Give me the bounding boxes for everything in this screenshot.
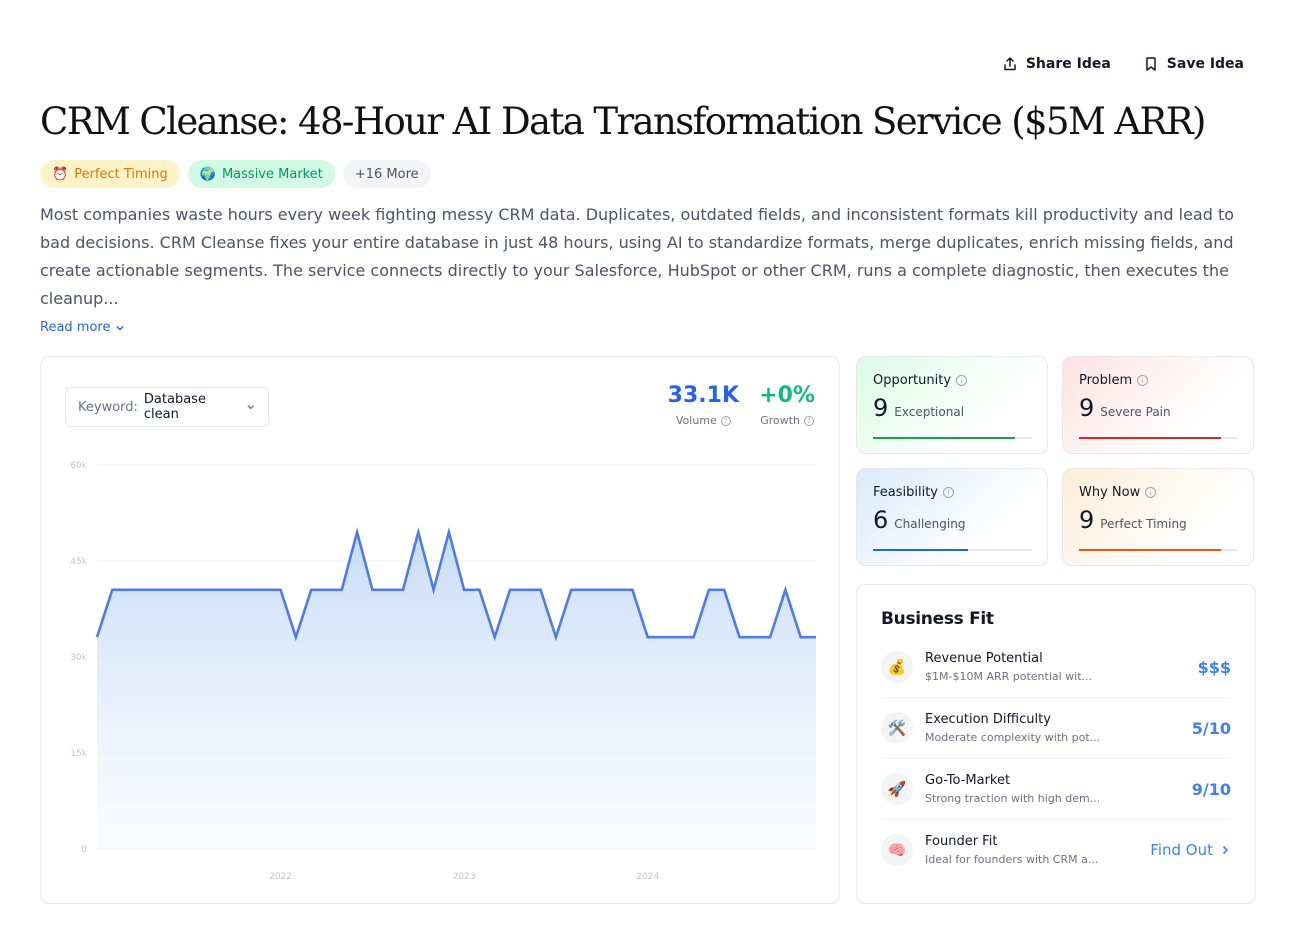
share-icon: [1004, 57, 1016, 71]
find-out-link[interactable]: Find Out: [1150, 841, 1231, 859]
share-idea-button[interactable]: Share Idea: [1002, 56, 1111, 72]
chevron-down-icon: [247, 405, 254, 410]
fit-row-revenue-potential[interactable]: 💰 Revenue Potential $1M-$10M ARR potenti…: [881, 637, 1231, 698]
volume-value: 33.1K: [667, 383, 739, 408]
tag-label: Perfect Timing: [74, 166, 168, 182]
bookmark-icon: [1146, 57, 1156, 71]
score-bar: [1079, 437, 1237, 439]
brain-icon: 🧠: [881, 833, 913, 866]
fit-row-title: Revenue Potential: [925, 651, 1043, 666]
y-tick-label: 60k: [70, 461, 87, 471]
y-tick-label: 45k: [70, 557, 87, 567]
series-area: [97, 532, 816, 849]
info-icon[interactable]: i: [943, 487, 954, 498]
growth-label: Growth: [760, 414, 801, 427]
score-card-why-now[interactable]: Why Now i 9 Perfect Timing: [1062, 468, 1254, 566]
tag-massive-market[interactable]: 🌍 Massive Market: [187, 160, 335, 188]
score-card-problem[interactable]: Problem i 9 Severe Pain: [1062, 356, 1254, 454]
score-name: Feasibility: [873, 485, 938, 500]
score-value: 9: [873, 394, 889, 422]
rocket-icon: 🚀: [881, 773, 913, 805]
tag-more-button[interactable]: +16 More: [342, 160, 431, 188]
help-icon[interactable]: ?: [804, 415, 815, 426]
growth-value: +0%: [759, 383, 815, 408]
tag-list: ⏰ Perfect Timing 🌍 Massive Market +16 Mo…: [40, 160, 431, 188]
trend-chart: 0 15k 30k 45k 60k 2022 2023 2024: [70, 461, 816, 882]
score-bar-fill: [873, 437, 1016, 439]
read-more-label: Read more: [40, 320, 111, 335]
trend-chart-card: 0 15k 30k 45k 60k 2022 2023 2024 Keyword: Datab…: [40, 356, 840, 904]
top-actions: Share Idea Save Idea: [1002, 56, 1244, 72]
score-bar-fill: [873, 549, 968, 551]
fit-row-subtitle: Strong traction with high dem...: [925, 792, 1101, 805]
fit-row-title: Execution Difficulty: [925, 712, 1051, 727]
fit-row-subtitle: $1M-$10M ARR potential wit...: [925, 670, 1093, 683]
globe-icon: 🌍: [199, 166, 216, 182]
volume-metric: 33.1K Volume?: [668, 383, 739, 427]
keyword-value: Database clean: [143, 392, 206, 422]
fit-row-subtitle: Ideal for founders with CRM a...: [925, 852, 1099, 866]
tag-label: +16 More: [354, 166, 419, 182]
score-bar: [873, 437, 1031, 439]
growth-metric: +0% Growth?: [759, 383, 815, 427]
score-card-feasibility[interactable]: Feasibility i 6 Challenging: [856, 468, 1048, 566]
score-name: Why Now: [1079, 485, 1141, 500]
save-idea-label: Save Idea: [1166, 56, 1244, 72]
score-value: 9: [1079, 394, 1095, 422]
score-word: Challenging: [894, 517, 966, 531]
fit-row-founder-fit[interactable]: 🧠 Founder Fit Ideal for founders with CR…: [881, 819, 1231, 880]
chevron-down-icon: [116, 325, 125, 331]
money-bag-icon: 💰: [881, 651, 913, 683]
score-value: 9: [1079, 506, 1095, 534]
help-icon[interactable]: ?: [720, 415, 731, 426]
score-bar-fill: [1079, 549, 1222, 551]
y-tick-label: 15k: [70, 749, 87, 759]
business-fit-card: Business Fit 💰 Revenue Potential $1M-$10…: [856, 584, 1256, 904]
tag-perfect-timing[interactable]: ⏰ Perfect Timing: [40, 160, 180, 188]
fit-row-title: Founder Fit: [925, 833, 998, 849]
x-tick-label: 2024: [636, 872, 659, 882]
fit-row-go-to-market[interactable]: 🚀 Go-To-Market Strong traction with high…: [881, 759, 1231, 820]
score-word: Severe Pain: [1100, 405, 1171, 419]
keyword-label: Keyword:: [78, 399, 138, 415]
business-fit-title: Business Fit: [881, 609, 994, 629]
score-value: 6: [873, 506, 889, 534]
alarm-clock-icon: ⏰: [52, 166, 69, 182]
chevron-right-icon: [1222, 845, 1229, 854]
x-tick-label: 2023: [453, 872, 476, 882]
share-idea-label: Share Idea: [1025, 56, 1111, 72]
keyword-select[interactable]: Keyword: Database clean: [65, 387, 269, 427]
score-card-opportunity[interactable]: Opportunity i 9 Exceptional: [856, 356, 1048, 454]
idea-description: Most companies waste hours every week fi…: [40, 205, 1235, 308]
page-title: CRM Cleanse: 48-Hour AI Data Transformat…: [40, 100, 1206, 143]
x-tick-label: 2022: [269, 872, 292, 882]
y-tick-label: 30k: [70, 653, 87, 663]
score-name: Opportunity: [873, 373, 952, 388]
tag-label: Massive Market: [221, 166, 323, 182]
fit-row-title: Go-To-Market: [925, 773, 1011, 788]
fit-row-value: 9/10: [1191, 779, 1231, 799]
score-word: Perfect Timing: [1100, 517, 1187, 531]
tools-icon: 🛠️: [881, 712, 913, 744]
info-icon[interactable]: i: [956, 375, 968, 386]
score-bar-fill: [1079, 437, 1222, 439]
score-bar: [1079, 549, 1237, 551]
score-word: Exceptional: [894, 405, 965, 419]
y-tick-label: 0: [81, 845, 87, 855]
fit-row-value: $$$: [1197, 657, 1231, 677]
score-bar: [873, 549, 1031, 551]
read-more-link[interactable]: Read more: [40, 320, 126, 335]
volume-label: Volume: [675, 414, 717, 427]
save-idea-button[interactable]: Save Idea: [1143, 56, 1244, 72]
fit-row-execution-difficulty[interactable]: 🛠️ Execution Difficulty Moderate complex…: [881, 698, 1231, 759]
fit-row-value: 5/10: [1191, 718, 1231, 738]
fit-row-subtitle: Moderate complexity with pot...: [925, 731, 1101, 744]
find-out-label: Find Out: [1150, 840, 1213, 859]
info-icon[interactable]: i: [1137, 375, 1149, 386]
score-name: Problem: [1079, 373, 1133, 388]
info-icon[interactable]: i: [1145, 487, 1157, 498]
